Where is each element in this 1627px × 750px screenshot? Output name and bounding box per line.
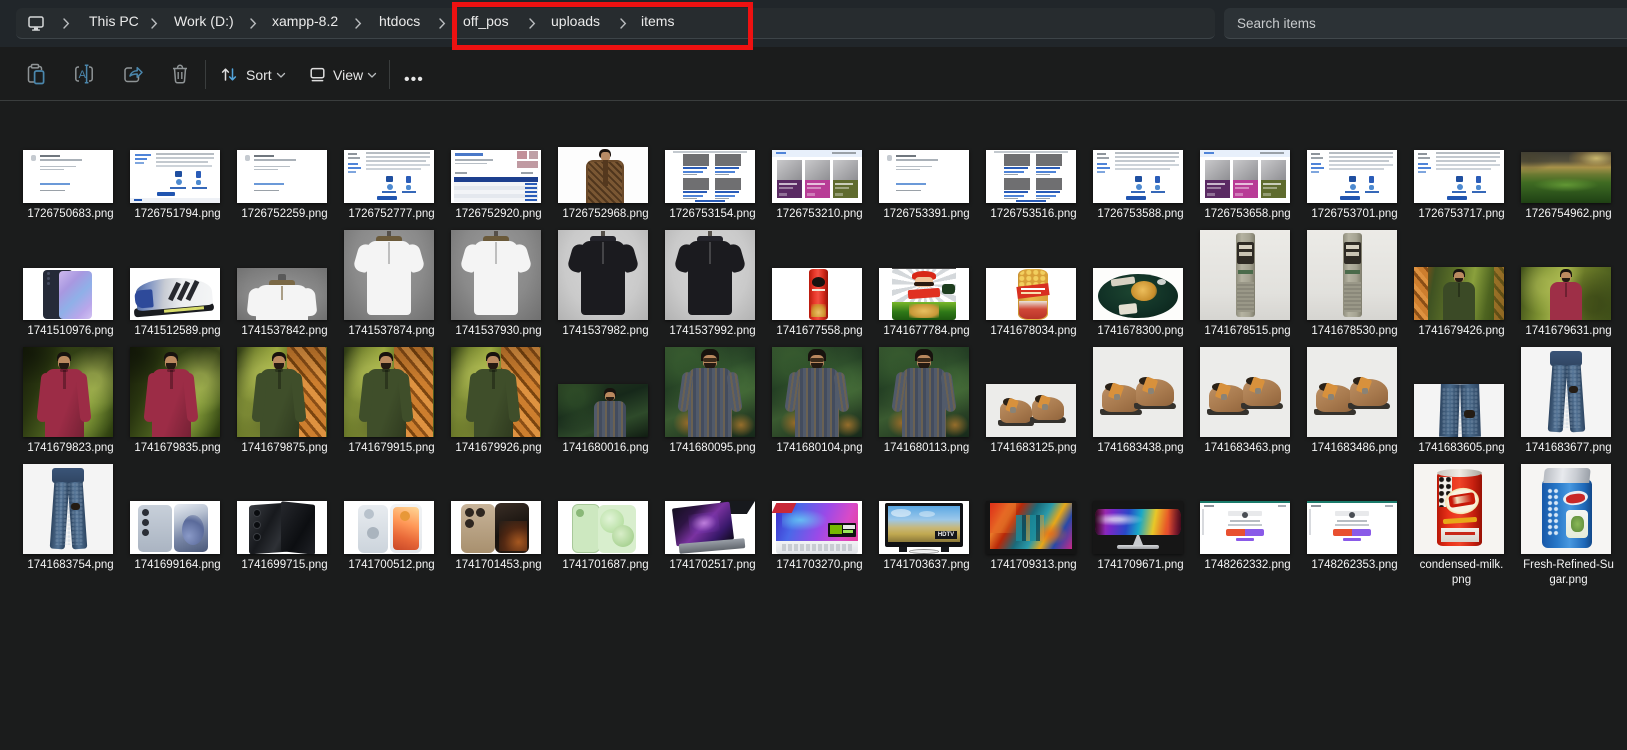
- svg-text:A: A: [79, 69, 87, 81]
